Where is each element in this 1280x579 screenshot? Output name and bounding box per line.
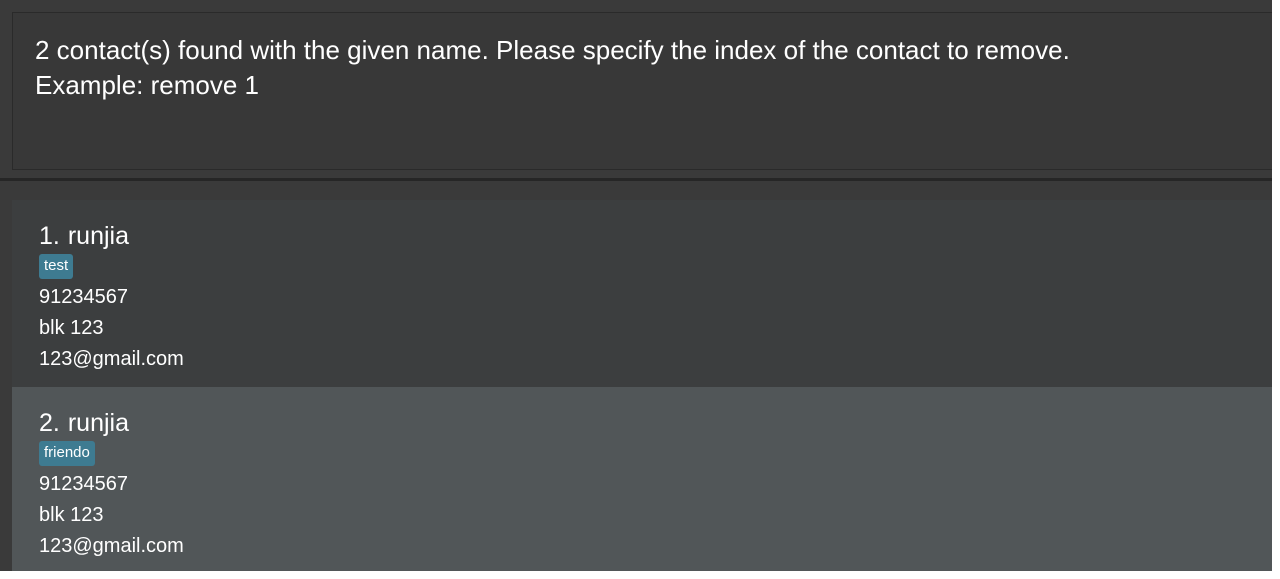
tag-badge: test: [39, 254, 74, 279]
person-card[interactable]: 1. runjia test 91234567 blk 123 123@gmai…: [12, 200, 1272, 387]
result-message-line: 2 contact(s) found with the given name. …: [35, 35, 1070, 65]
person-index: 1.: [39, 222, 60, 250]
person-phone: 91234567: [39, 473, 128, 495]
person-name-row: 1. runjia: [39, 220, 1272, 252]
person-address: blk 123: [39, 317, 104, 339]
person-phone: 91234567: [39, 286, 128, 308]
person-email: 123@gmail.com: [39, 535, 184, 557]
tag-list: friendo: [39, 441, 1272, 469]
person-name: runjia: [67, 222, 130, 250]
person-address: blk 123: [39, 504, 104, 526]
person-email: 123@gmail.com: [39, 348, 184, 370]
tag-badge: friendo: [39, 441, 95, 466]
person-name-row: 2. runjia: [39, 407, 1272, 439]
tag-list: test: [39, 254, 1272, 282]
panel-gap: [0, 181, 1272, 200]
person-list[interactable]: 1. runjia test 91234567 blk 123 123@gmai…: [12, 200, 1272, 571]
result-example-line: Example: remove 1: [35, 70, 259, 100]
person-index: 2.: [39, 409, 60, 437]
person-name: runjia: [67, 409, 130, 437]
person-card-selected[interactable]: 2. runjia friendo 91234567 blk 123 123@g…: [12, 387, 1272, 571]
result-display[interactable]: 2 contact(s) found with the given name. …: [12, 12, 1272, 170]
app-window: 2 contact(s) found with the given name. …: [0, 0, 1272, 571]
